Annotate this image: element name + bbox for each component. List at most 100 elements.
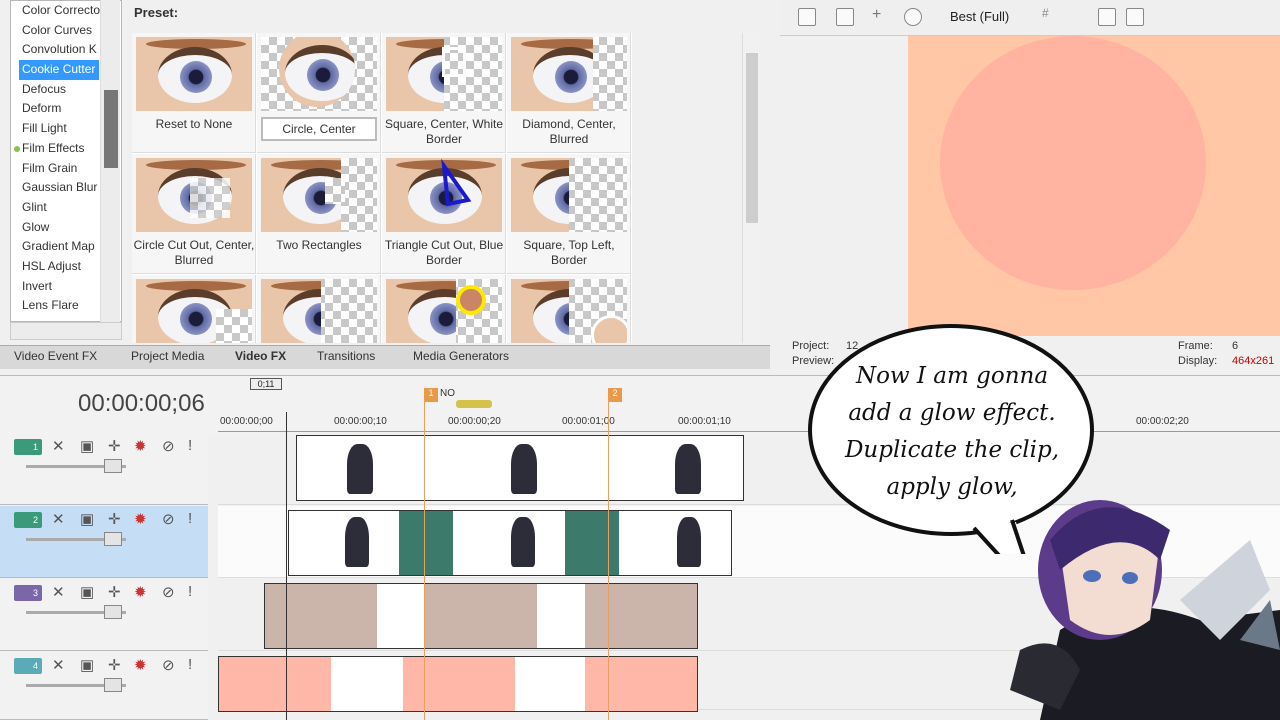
timeline-ruler[interactable]: 00:00:00;00 00:00:00;10 00:00:00;20 00:0… <box>218 412 1280 432</box>
fx-icon[interactable]: ✹ <box>134 510 147 528</box>
mute-icon[interactable]: ✕ <box>52 656 65 674</box>
split-icon[interactable]: + <box>872 6 890 24</box>
loop-region[interactable]: 0;11 <box>250 378 282 390</box>
preview-quality-dropdown[interactable]: Best (Full) <box>950 9 1009 24</box>
fx-list-hscrollbar[interactable] <box>10 322 122 340</box>
track-header-3[interactable]: 3 ✕ ▣ ✛ ✹ ⊘ ! <box>0 579 208 651</box>
motion-icon[interactable]: ✛ <box>108 656 121 674</box>
playhead-cursor[interactable] <box>286 412 287 720</box>
overlay-icon[interactable] <box>904 8 922 26</box>
marker-1[interactable]: 1 <box>424 388 438 402</box>
region-marker[interactable] <box>456 400 492 408</box>
preset-circle-cutout[interactable]: Circle Cut Out, Center, Blurred <box>132 154 256 274</box>
mute-icon[interactable]: ✕ <box>52 510 65 528</box>
preset-cell[interactable] <box>132 275 256 343</box>
copy-snapshot-icon[interactable] <box>1098 8 1116 26</box>
generated-clip[interactable] <box>264 583 698 649</box>
fx-list-scrollbar[interactable] <box>100 0 120 322</box>
slider-knob[interactable] <box>104 459 122 473</box>
ruler-tick: 00:00:00;20 <box>448 416 501 427</box>
video-clip[interactable] <box>296 435 744 501</box>
eye-thumbnail <box>261 37 377 111</box>
bypass-icon[interactable]: ⊘ <box>162 583 175 601</box>
preset-caption: Two Rectangles <box>276 238 362 252</box>
slider-knob[interactable] <box>104 678 122 692</box>
opacity-slider[interactable] <box>26 605 126 619</box>
preset-cell[interactable] <box>382 275 506 343</box>
opacity-slider[interactable] <box>26 532 126 546</box>
clip-frame <box>425 584 537 648</box>
fx-icon[interactable]: ✹ <box>134 437 147 455</box>
character-frame <box>347 444 373 494</box>
preset-cell[interactable] <box>507 275 631 343</box>
fx-icon[interactable]: ✹ <box>134 656 147 674</box>
timecode: 00:00:00;06 <box>78 390 205 417</box>
eye-thumbnail <box>386 279 502 343</box>
marker-line <box>608 400 609 720</box>
tab-video-event-fx[interactable]: Video Event FX <box>14 349 97 363</box>
properties-icon[interactable] <box>798 8 816 26</box>
preview-toolbar: + # <box>780 0 1280 36</box>
mute-icon[interactable]: ✕ <box>52 583 65 601</box>
solo-icon[interactable]: ▣ <box>80 583 94 601</box>
marker-label: NO <box>440 388 455 399</box>
track-header-4[interactable]: 4 ✕ ▣ ✛ ✹ ⊘ ! <box>0 652 208 720</box>
more-icon[interactable]: ! <box>188 583 192 600</box>
opacity-slider[interactable] <box>26 678 126 692</box>
preset-square-topleft[interactable]: Square, Top Left, Border <box>507 154 631 274</box>
video-clip[interactable] <box>288 510 732 576</box>
scrollbar-thumb[interactable] <box>746 53 758 223</box>
preset-grid: Reset to None Circle, Center Square, Cen… <box>132 33 632 343</box>
track-number: 1 <box>14 439 42 455</box>
scrollbar-thumb[interactable] <box>104 90 118 168</box>
track-header-2[interactable]: 2 ✕ ▣ ✛ ✹ ⊘ ! <box>0 506 208 578</box>
preset-label: Preset: <box>134 5 179 20</box>
grid-icon[interactable]: # <box>1042 6 1060 24</box>
track-header-1[interactable]: 1 ✕ ▣ ✛ ✹ ⊘ ! <box>0 433 208 505</box>
eye-thumbnail <box>386 37 502 111</box>
preset-circle-center[interactable]: Circle, Center <box>257 33 381 153</box>
bubble-line: Duplicate the clip, <box>844 437 1060 463</box>
eye-thumbnail <box>511 279 627 343</box>
preset-square-white[interactable]: Square, Center, White Border <box>382 33 506 153</box>
eye-thumbnail <box>511 37 627 111</box>
more-icon[interactable]: ! <box>188 656 192 673</box>
preview-circle <box>940 36 1206 290</box>
preset-cell[interactable] <box>257 275 381 343</box>
motion-icon[interactable]: ✛ <box>108 510 121 528</box>
tab-transitions[interactable]: Transitions <box>317 349 375 363</box>
character-frame <box>511 444 537 494</box>
eye-thumbnail <box>386 158 502 232</box>
bypass-icon[interactable]: ⊘ <box>162 437 175 455</box>
more-icon[interactable]: ! <box>188 437 192 454</box>
preset-triangle-cutout[interactable]: Triangle Cut Out, Blue Border <box>382 154 506 274</box>
motion-icon[interactable]: ✛ <box>108 583 121 601</box>
fx-item-selected[interactable]: Cookie Cutter <box>19 60 99 80</box>
slider-knob[interactable] <box>104 605 122 619</box>
generated-clip[interactable] <box>218 656 698 712</box>
mute-icon[interactable]: ✕ <box>52 437 65 455</box>
solo-icon[interactable]: ▣ <box>80 510 94 528</box>
fx-icon[interactable]: ✹ <box>134 583 147 601</box>
bypass-icon[interactable]: ⊘ <box>162 656 175 674</box>
tab-project-media[interactable]: Project Media <box>131 349 204 363</box>
solo-icon[interactable]: ▣ <box>80 656 94 674</box>
slider-knob[interactable] <box>104 532 122 546</box>
tab-media-generators[interactable]: Media Generators <box>413 349 509 363</box>
clip-frame <box>585 584 697 648</box>
preset-scrollbar[interactable] <box>742 33 760 343</box>
save-snapshot-icon[interactable] <box>1126 8 1144 26</box>
preset-diamond[interactable]: Diamond, Center, Blurred <box>507 33 631 153</box>
preset-reset[interactable]: Reset to None <box>132 33 256 153</box>
display-value: 464x261 <box>1232 355 1275 367</box>
motion-icon[interactable]: ✛ <box>108 437 121 455</box>
marker-2[interactable]: 2 <box>608 388 622 402</box>
opacity-slider[interactable] <box>26 459 126 473</box>
more-icon[interactable]: ! <box>188 510 192 527</box>
preset-two-rectangles[interactable]: Two Rectangles <box>257 154 381 274</box>
monitor-icon[interactable] <box>836 8 854 26</box>
ruler-tick: 00:00:02;20 <box>1136 416 1189 427</box>
tab-video-fx[interactable]: Video FX <box>235 349 286 363</box>
solo-icon[interactable]: ▣ <box>80 437 94 455</box>
bypass-icon[interactable]: ⊘ <box>162 510 175 528</box>
